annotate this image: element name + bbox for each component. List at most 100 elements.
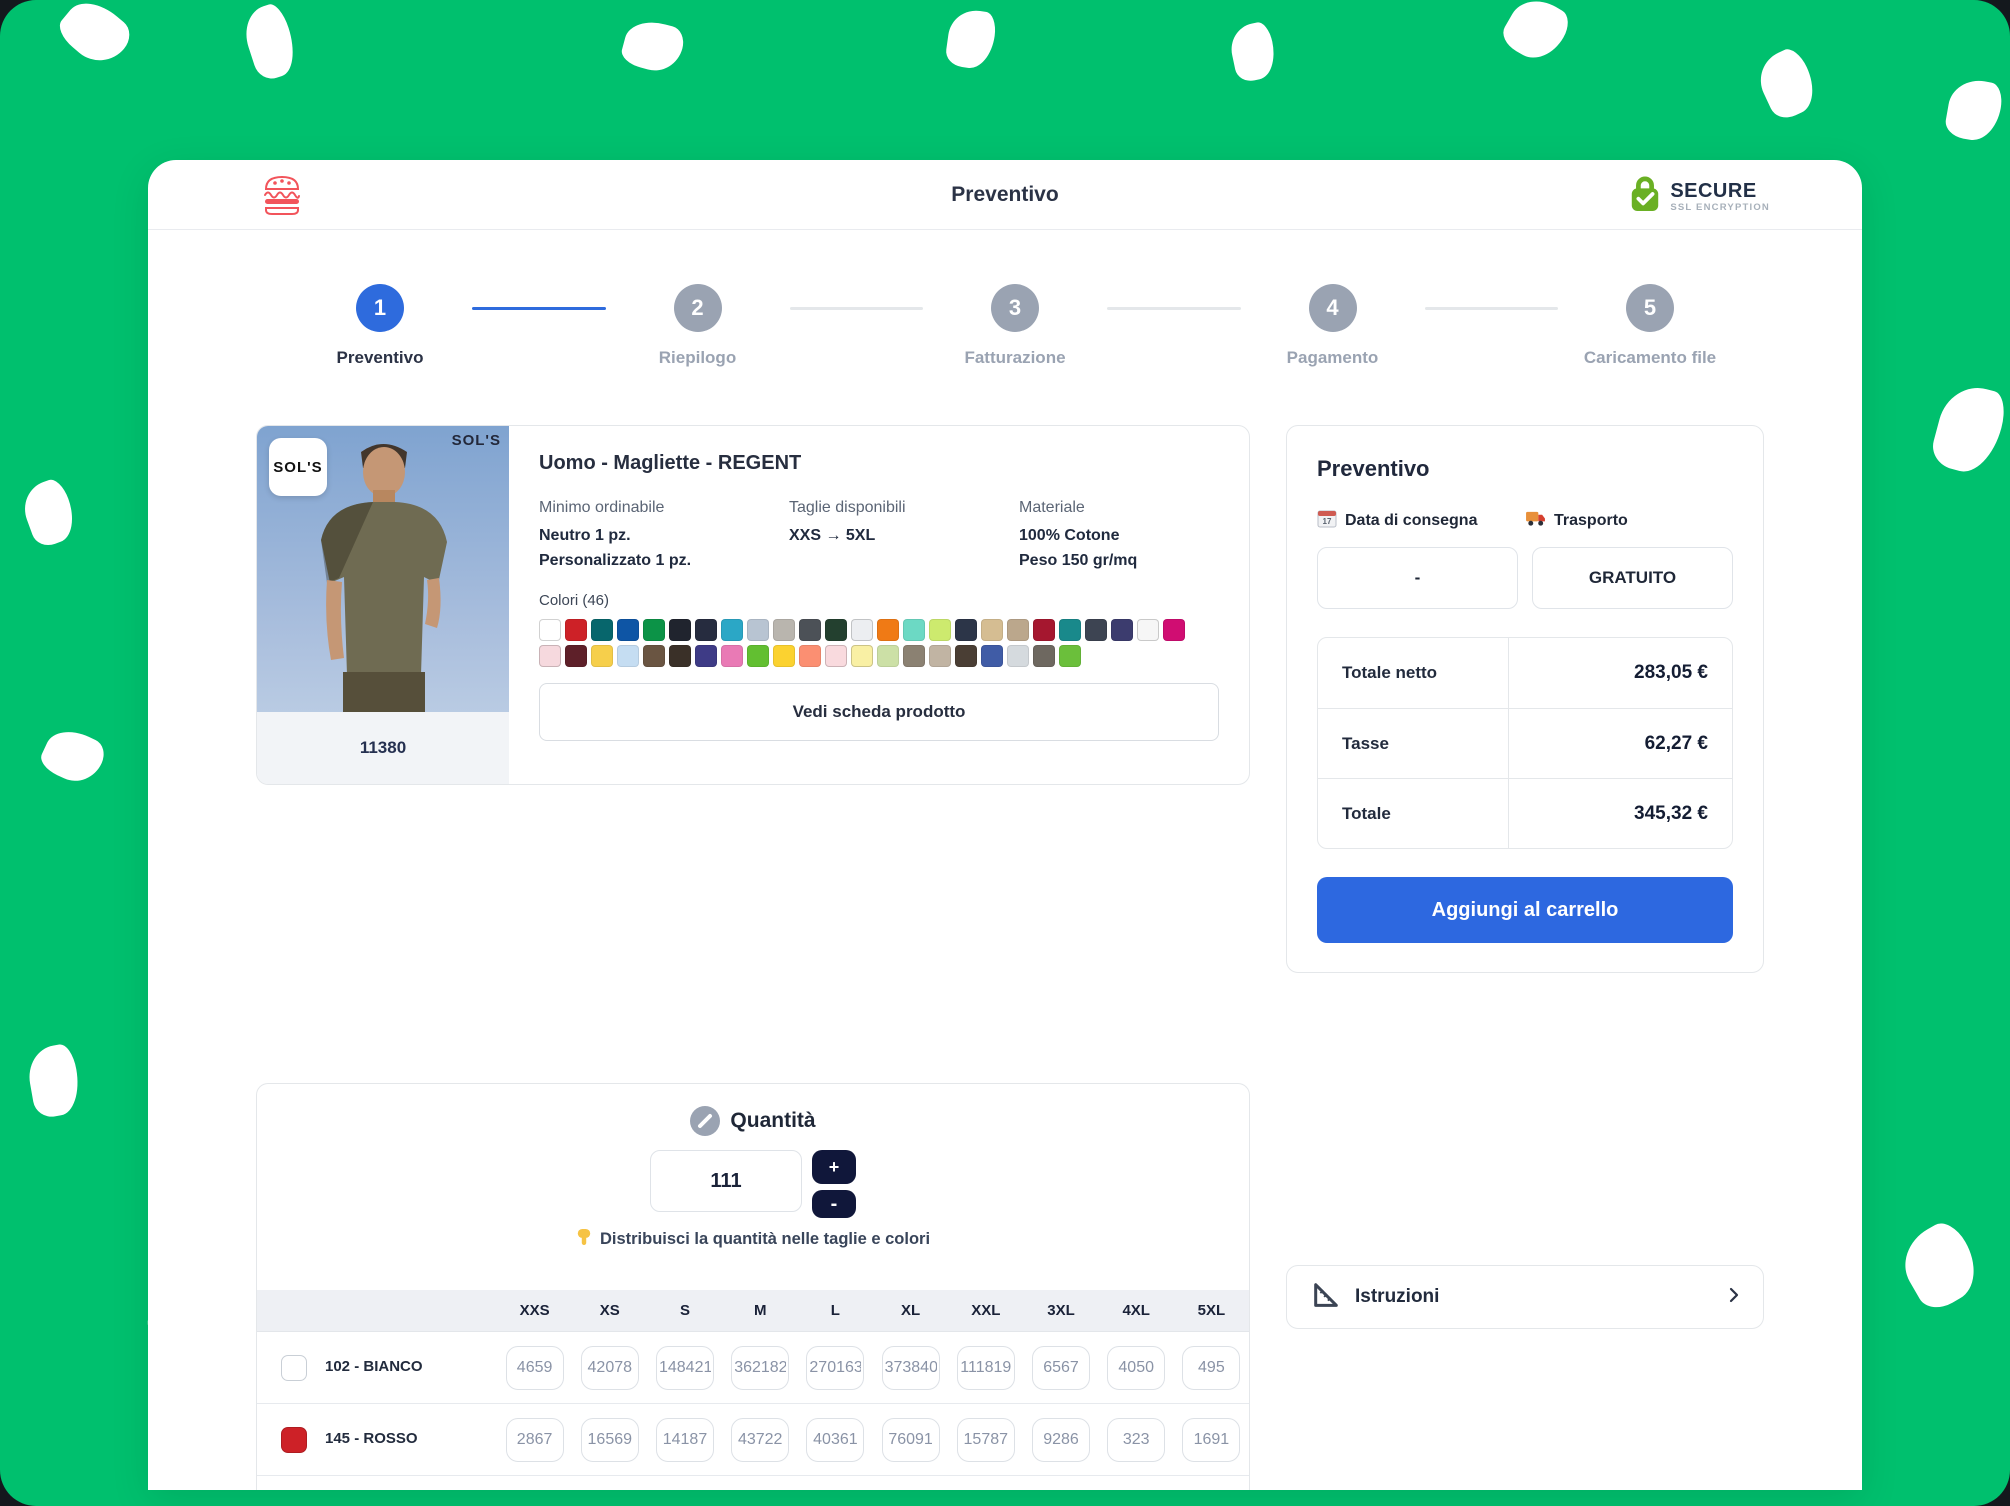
color-swatch[interactable] — [799, 619, 821, 641]
color-swatch[interactable] — [1033, 619, 1055, 641]
color-swatch[interactable] — [617, 645, 639, 667]
color-swatch[interactable] — [695, 645, 717, 667]
color-swatch[interactable] — [539, 619, 561, 641]
quantity-cell — [723, 1346, 798, 1390]
quantity-cell — [497, 1418, 572, 1462]
color-swatch[interactable] — [1033, 645, 1055, 667]
color-swatch[interactable] — [773, 619, 795, 641]
color-swatch[interactable] — [903, 645, 925, 667]
color-swatch[interactable] — [851, 619, 873, 641]
size-quantity-input[interactable] — [656, 1418, 714, 1462]
step-label: Riepilogo — [659, 348, 736, 368]
color-swatch[interactable] — [799, 645, 821, 667]
size-quantity-input[interactable] — [806, 1418, 864, 1462]
color-swatch[interactable] — [851, 645, 873, 667]
color-swatch[interactable] — [1059, 619, 1081, 641]
color-swatch[interactable] — [591, 619, 613, 641]
color-swatch[interactable] — [929, 619, 951, 641]
quantity-cell — [948, 1346, 1023, 1390]
quantity-increment-button[interactable]: + — [812, 1150, 856, 1184]
color-swatch[interactable] — [747, 645, 769, 667]
size-quantity-input[interactable] — [581, 1346, 639, 1390]
secure-badge: SECURE SSL ENCRYPTION — [1628, 175, 1770, 218]
stepper-step-caricamento-file[interactable]: 5Caricamento file — [1586, 284, 1714, 368]
product-photo-column: SOL'S SOL'S 11380 — [257, 426, 509, 784]
size-quantity-input[interactable] — [731, 1346, 789, 1390]
instructions-row[interactable]: Istruzioni — [1286, 1265, 1764, 1329]
size-quantity-input[interactable] — [882, 1418, 940, 1462]
step-label: Pagamento — [1287, 348, 1379, 368]
secure-text: SECURE — [1670, 181, 1770, 201]
color-swatch[interactable] — [539, 645, 561, 667]
step-label: Preventivo — [337, 348, 424, 368]
size-quantity-input[interactable] — [581, 1418, 639, 1462]
color-swatch[interactable] — [825, 619, 847, 641]
size-quantity-input[interactable] — [1182, 1346, 1240, 1390]
size-quantity-input[interactable] — [882, 1346, 940, 1390]
color-swatch[interactable] — [1137, 619, 1159, 641]
color-swatch[interactable] — [903, 619, 925, 641]
color-swatch[interactable] — [1007, 645, 1029, 667]
color-swatch[interactable] — [877, 619, 899, 641]
brand-badge: SOL'S — [269, 438, 327, 496]
color-swatch[interactable] — [1007, 619, 1029, 641]
color-swatch[interactable] — [721, 645, 743, 667]
color-swatch[interactable] — [565, 619, 587, 641]
color-swatch[interactable] — [981, 619, 1003, 641]
total-row: Totale345,32 € — [1318, 778, 1732, 848]
pencil-icon — [690, 1106, 720, 1136]
size-quantity-input[interactable] — [1032, 1418, 1090, 1462]
color-swatch[interactable] — [617, 619, 639, 641]
size-quantity-input[interactable] — [1032, 1346, 1090, 1390]
quantity-cell — [647, 1418, 722, 1462]
total-label: Tasse — [1318, 709, 1508, 778]
color-swatch[interactable] — [643, 619, 665, 641]
color-swatch[interactable] — [1059, 645, 1081, 667]
stepper-step-pagamento[interactable]: 4Pagamento — [1269, 284, 1397, 368]
color-swatch[interactable] — [591, 645, 613, 667]
app-header: Preventivo SECURE SSL ENCRYPTION — [148, 160, 1862, 230]
info-value: Peso 150 gr/mq — [1019, 552, 1219, 570]
color-swatch[interactable] — [825, 645, 847, 667]
stepper-step-fatturazione[interactable]: 3Fatturazione — [951, 284, 1079, 368]
size-table-body: 102 - BIANCO145 - ROSSO235 - BLU ANATRA2… — [257, 1332, 1249, 1490]
color-swatch[interactable] — [643, 645, 665, 667]
color-swatch[interactable] — [1085, 619, 1107, 641]
view-product-button[interactable]: Vedi scheda prodotto — [539, 683, 1219, 741]
info-label: Taglie disponibili — [789, 499, 1019, 517]
size-quantity-input[interactable] — [806, 1346, 864, 1390]
size-quantity-input[interactable] — [656, 1346, 714, 1390]
size-quantity-input[interactable] — [1107, 1418, 1165, 1462]
stepper-step-riepilogo[interactable]: 2Riepilogo — [634, 284, 762, 368]
delivery-date-value[interactable]: - — [1317, 547, 1518, 609]
color-swatch[interactable] — [747, 619, 769, 641]
color-swatch[interactable] — [955, 619, 977, 641]
stepper-step-preventivo[interactable]: 1Preventivo — [316, 284, 444, 368]
color-swatch[interactable] — [695, 619, 717, 641]
quantity-decrement-button[interactable]: - — [812, 1190, 856, 1218]
size-quantity-input[interactable] — [506, 1418, 564, 1462]
size-quantity-input[interactable] — [1182, 1418, 1240, 1462]
size-quantity-input[interactable] — [731, 1418, 789, 1462]
decor-blob — [1751, 44, 1823, 123]
truck-icon — [1525, 510, 1546, 532]
color-swatch[interactable] — [669, 619, 691, 641]
color-swatch[interactable] — [1111, 619, 1133, 641]
color-swatch[interactable] — [1163, 619, 1185, 641]
size-column-header: 4XL — [1099, 1302, 1174, 1319]
color-swatch[interactable] — [565, 645, 587, 667]
color-swatch[interactable] — [929, 645, 951, 667]
color-swatch[interactable] — [721, 619, 743, 641]
quantity-input[interactable] — [650, 1150, 802, 1212]
add-to-cart-button[interactable]: Aggiungi al carrello — [1317, 877, 1733, 943]
size-quantity-input[interactable] — [1107, 1346, 1165, 1390]
total-value: 283,05 € — [1508, 638, 1732, 708]
color-swatch[interactable] — [669, 645, 691, 667]
size-quantity-input[interactable] — [957, 1418, 1015, 1462]
color-swatch[interactable] — [877, 645, 899, 667]
size-quantity-input[interactable] — [506, 1346, 564, 1390]
color-swatch[interactable] — [981, 645, 1003, 667]
size-quantity-input[interactable] — [957, 1346, 1015, 1390]
color-swatch[interactable] — [773, 645, 795, 667]
color-swatch[interactable] — [955, 645, 977, 667]
